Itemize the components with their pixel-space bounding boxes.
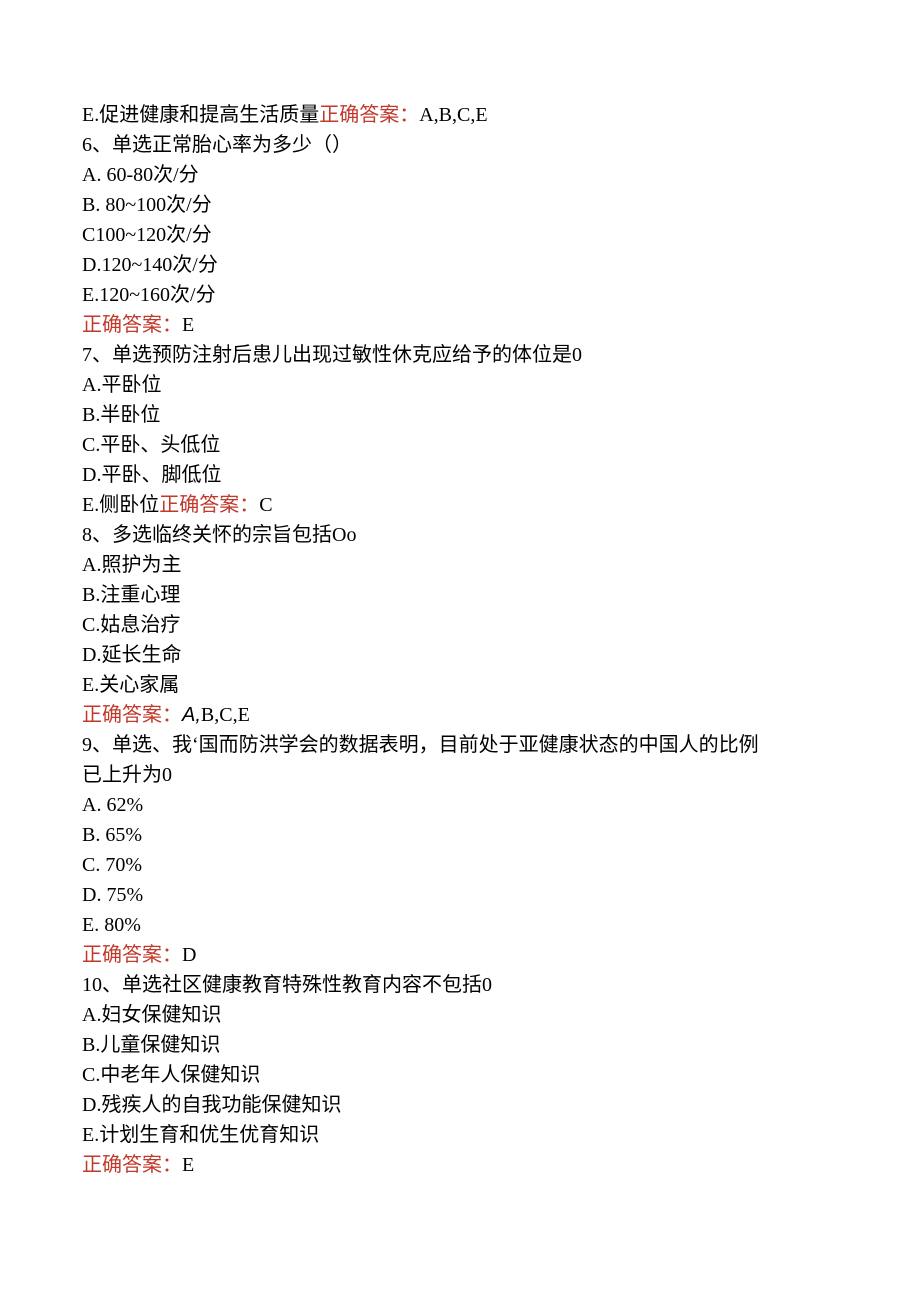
q10-option-e: E.计划生育和优生优育知识 xyxy=(82,1120,838,1150)
q6-answer-label: 正确答案： xyxy=(82,314,182,336)
q10-option-c: C.中老年人保健知识 xyxy=(82,1060,838,1090)
q7-option-e-line: E.侧卧位正确答案：C xyxy=(82,490,838,520)
q10-answer-label: 正确答案： xyxy=(82,1154,182,1176)
q10-option-a: A.妇女保健知识 xyxy=(82,1000,838,1030)
q9-answer-line: 正确答案：D xyxy=(82,940,838,970)
q9-stem-line2: 已上升为0 xyxy=(82,760,838,790)
q6-option-b: B. 80~100次/分 xyxy=(82,190,838,220)
q5-answer-label: 正确答案： xyxy=(319,104,419,126)
q7-option-c: C.平卧、头低位 xyxy=(82,430,838,460)
q8-option-a: A.照护为主 xyxy=(82,550,838,580)
q10-option-b: B.儿童保健知识 xyxy=(82,1030,838,1060)
q9-answer-value: D xyxy=(182,944,196,966)
q7-answer-label: 正确答案： xyxy=(159,494,259,516)
q6-answer-line: 正确答案：E xyxy=(82,310,838,340)
q6-answer-value: E xyxy=(182,314,194,336)
q7-option-b: B.半卧位 xyxy=(82,400,838,430)
q8-answer-value-a: A, xyxy=(182,704,201,726)
q7-answer-value: C xyxy=(259,494,272,516)
q8-option-e: E.关心家属 xyxy=(82,670,838,700)
q5-option-e: E.促进健康和提高生活质量 xyxy=(82,104,319,126)
q6-stem: 6、单选正常胎心率为多少（） xyxy=(82,130,838,160)
q10-answer-value: E xyxy=(182,1154,194,1176)
q7-stem: 7、单选预防注射后患儿出现过敏性休克应给予的体位是0 xyxy=(82,340,838,370)
q7-option-d: D.平卧、脚低位 xyxy=(82,460,838,490)
q5-answer-value: A,B,C,E xyxy=(419,104,487,126)
q8-option-d: D.延长生命 xyxy=(82,640,838,670)
q9-option-b: B. 65% xyxy=(82,820,838,850)
q6-option-e: E.120~160次/分 xyxy=(82,280,838,310)
q10-stem: 10、单选社区健康教育特殊性教育内容不包括0 xyxy=(82,970,838,1000)
q8-answer-label: 正确答案： xyxy=(82,704,182,726)
q8-answer-line: 正确答案：A,B,C,E xyxy=(82,700,838,730)
q8-stem: 8、多选临终关怀的宗旨包括Oo xyxy=(82,520,838,550)
q9-option-c: C. 70% xyxy=(82,850,838,880)
q6-option-c: C100~120次/分 xyxy=(82,220,838,250)
q8-answer-value-rest: B,C,E xyxy=(201,704,250,726)
q7-option-a: A.平卧位 xyxy=(82,370,838,400)
q9-stem-line1: 9、单选、我‘国而防洪学会的数据表明，目前处于亚健康状态的中国人的比例 xyxy=(82,730,838,760)
q8-option-c: C.姑息治疗 xyxy=(82,610,838,640)
q10-answer-line: 正确答案：E xyxy=(82,1150,838,1180)
q5-option-e-line: E.促进健康和提高生活质量正确答案：A,B,C,E xyxy=(82,100,838,130)
q6-option-d: D.120~140次/分 xyxy=(82,250,838,280)
q8-option-b: B.注重心理 xyxy=(82,580,838,610)
q9-option-d: D. 75% xyxy=(82,880,838,910)
q6-option-a: A. 60-80次/分 xyxy=(82,160,838,190)
q9-option-e: E. 80% xyxy=(82,910,838,940)
q10-option-d: D.残疾人的自我功能保健知识 xyxy=(82,1090,838,1120)
q9-option-a: A. 62% xyxy=(82,790,838,820)
q9-answer-label: 正确答案： xyxy=(82,944,182,966)
q7-option-e: E.侧卧位 xyxy=(82,494,159,516)
